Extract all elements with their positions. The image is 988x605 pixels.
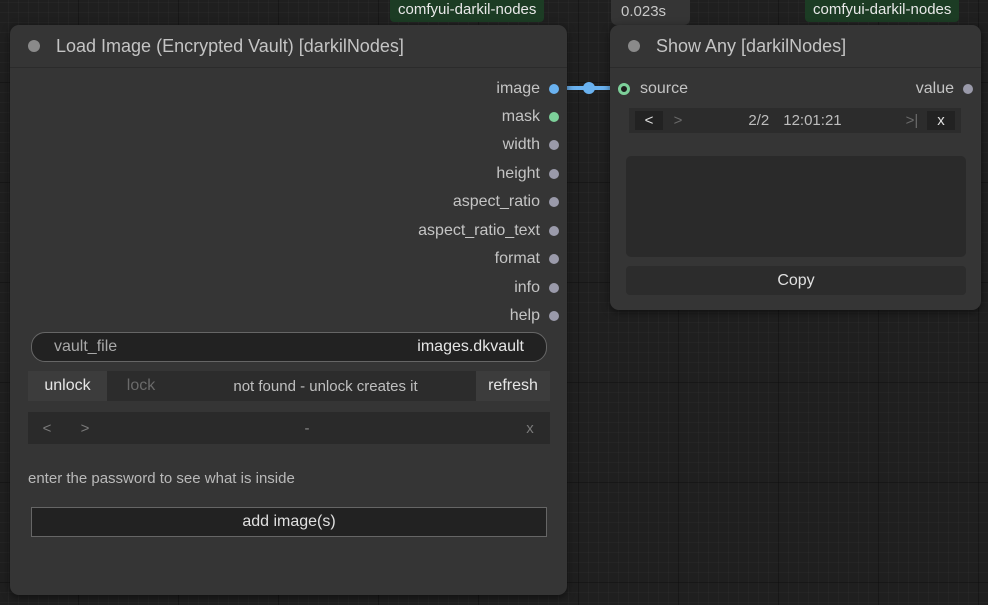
slot-dot-icon[interactable] bbox=[549, 84, 559, 94]
output-slot-help[interactable]: help bbox=[510, 307, 559, 325]
output-slot-value[interactable]: value bbox=[916, 80, 973, 98]
hint-text: enter the password to see what is inside bbox=[28, 470, 295, 487]
node-header[interactable]: Show Any [darkilNodes] bbox=[610, 25, 981, 68]
unlock-button[interactable]: unlock bbox=[28, 371, 107, 401]
output-label: image bbox=[496, 80, 540, 97]
output-label: format bbox=[494, 250, 540, 267]
output-slot-format[interactable]: format bbox=[495, 250, 559, 268]
output-slot-aspect-ratio[interactable]: aspect_ratio bbox=[453, 193, 559, 211]
output-slot-mask[interactable]: mask bbox=[502, 108, 559, 126]
value-display-area[interactable] bbox=[626, 156, 966, 257]
slot-dot-icon[interactable] bbox=[549, 311, 559, 321]
add-images-button[interactable]: add image(s) bbox=[31, 507, 547, 537]
lock-button[interactable]: lock bbox=[107, 371, 175, 401]
slot-dot-icon[interactable] bbox=[549, 169, 559, 179]
slot-dot-icon[interactable] bbox=[549, 140, 559, 150]
output-label: help bbox=[509, 307, 540, 324]
refresh-button[interactable]: refresh bbox=[476, 371, 550, 401]
output-label: mask bbox=[501, 108, 540, 125]
timestamp-text: 12:01:21 bbox=[783, 112, 842, 129]
vault-status: not found - unlock creates it bbox=[233, 377, 418, 395]
node-source-badge: comfyui-darkil-nodes bbox=[390, 0, 545, 22]
output-label: aspect_ratio_text bbox=[418, 222, 540, 239]
show-any-node[interactable]: Show Any [darkilNodes] source value < > … bbox=[610, 25, 981, 310]
vault-controls: unlock lock not found - unlock creates i… bbox=[28, 371, 550, 401]
output-label: info bbox=[514, 279, 540, 296]
node-title: Load Image (Encrypted Vault) [darkilNode… bbox=[56, 35, 404, 56]
close-button[interactable]: x bbox=[510, 412, 550, 444]
image-navigator: < > - x bbox=[28, 412, 550, 444]
vault-file-label: vault_file bbox=[54, 338, 118, 355]
output-label: value bbox=[915, 80, 954, 97]
close-button[interactable]: x bbox=[927, 111, 955, 130]
slot-ring-icon[interactable] bbox=[618, 83, 630, 95]
node-header[interactable]: Load Image (Encrypted Vault) [darkilNode… bbox=[10, 25, 567, 68]
output-label: aspect_ratio bbox=[452, 193, 540, 210]
collapse-dot-icon[interactable] bbox=[28, 40, 40, 52]
output-slot-info[interactable]: info bbox=[514, 279, 559, 297]
output-slot-aspect-ratio-text[interactable]: aspect_ratio_text bbox=[418, 222, 559, 240]
counter-text: 2/2 bbox=[748, 112, 770, 129]
copy-button[interactable]: Copy bbox=[626, 266, 966, 295]
execution-time-badge: 0.023s bbox=[611, 0, 690, 25]
prev-button[interactable]: < bbox=[28, 412, 66, 444]
input-slot-source[interactable]: source bbox=[618, 80, 688, 98]
last-button[interactable]: >| bbox=[897, 108, 927, 133]
slot-dot-icon[interactable] bbox=[549, 283, 559, 293]
node-title: Show Any [darkilNodes] bbox=[656, 35, 847, 56]
output-label: width bbox=[502, 136, 540, 153]
slot-dot-icon[interactable] bbox=[549, 197, 559, 207]
vault-file-combo[interactable]: vault_file images.dkvault bbox=[31, 332, 547, 362]
slot-dot-icon[interactable] bbox=[963, 84, 973, 94]
input-label: source bbox=[640, 80, 689, 97]
image-counter: - bbox=[304, 419, 310, 437]
output-slot-height[interactable]: height bbox=[496, 165, 559, 183]
slot-dot-icon[interactable] bbox=[549, 254, 559, 264]
next-button[interactable]: > bbox=[663, 108, 693, 133]
history-navigator: < > 2/2 12:01:21 >| x bbox=[629, 108, 961, 133]
output-label: height bbox=[496, 165, 540, 182]
collapse-dot-icon[interactable] bbox=[628, 40, 640, 52]
slot-dot-icon[interactable] bbox=[549, 112, 559, 122]
vault-file-value: images.dkvault bbox=[417, 338, 524, 355]
output-slot-width[interactable]: width bbox=[503, 136, 559, 154]
node-source-badge: comfyui-darkil-nodes bbox=[805, 0, 960, 22]
next-button[interactable]: > bbox=[66, 412, 104, 444]
slot-dot-icon[interactable] bbox=[549, 226, 559, 236]
prev-button[interactable]: < bbox=[635, 111, 663, 130]
history-counter: 2/2 12:01:21 bbox=[693, 108, 897, 133]
output-slot-image[interactable]: image bbox=[496, 80, 559, 98]
load-image-node[interactable]: Load Image (Encrypted Vault) [darkilNode… bbox=[10, 25, 567, 595]
